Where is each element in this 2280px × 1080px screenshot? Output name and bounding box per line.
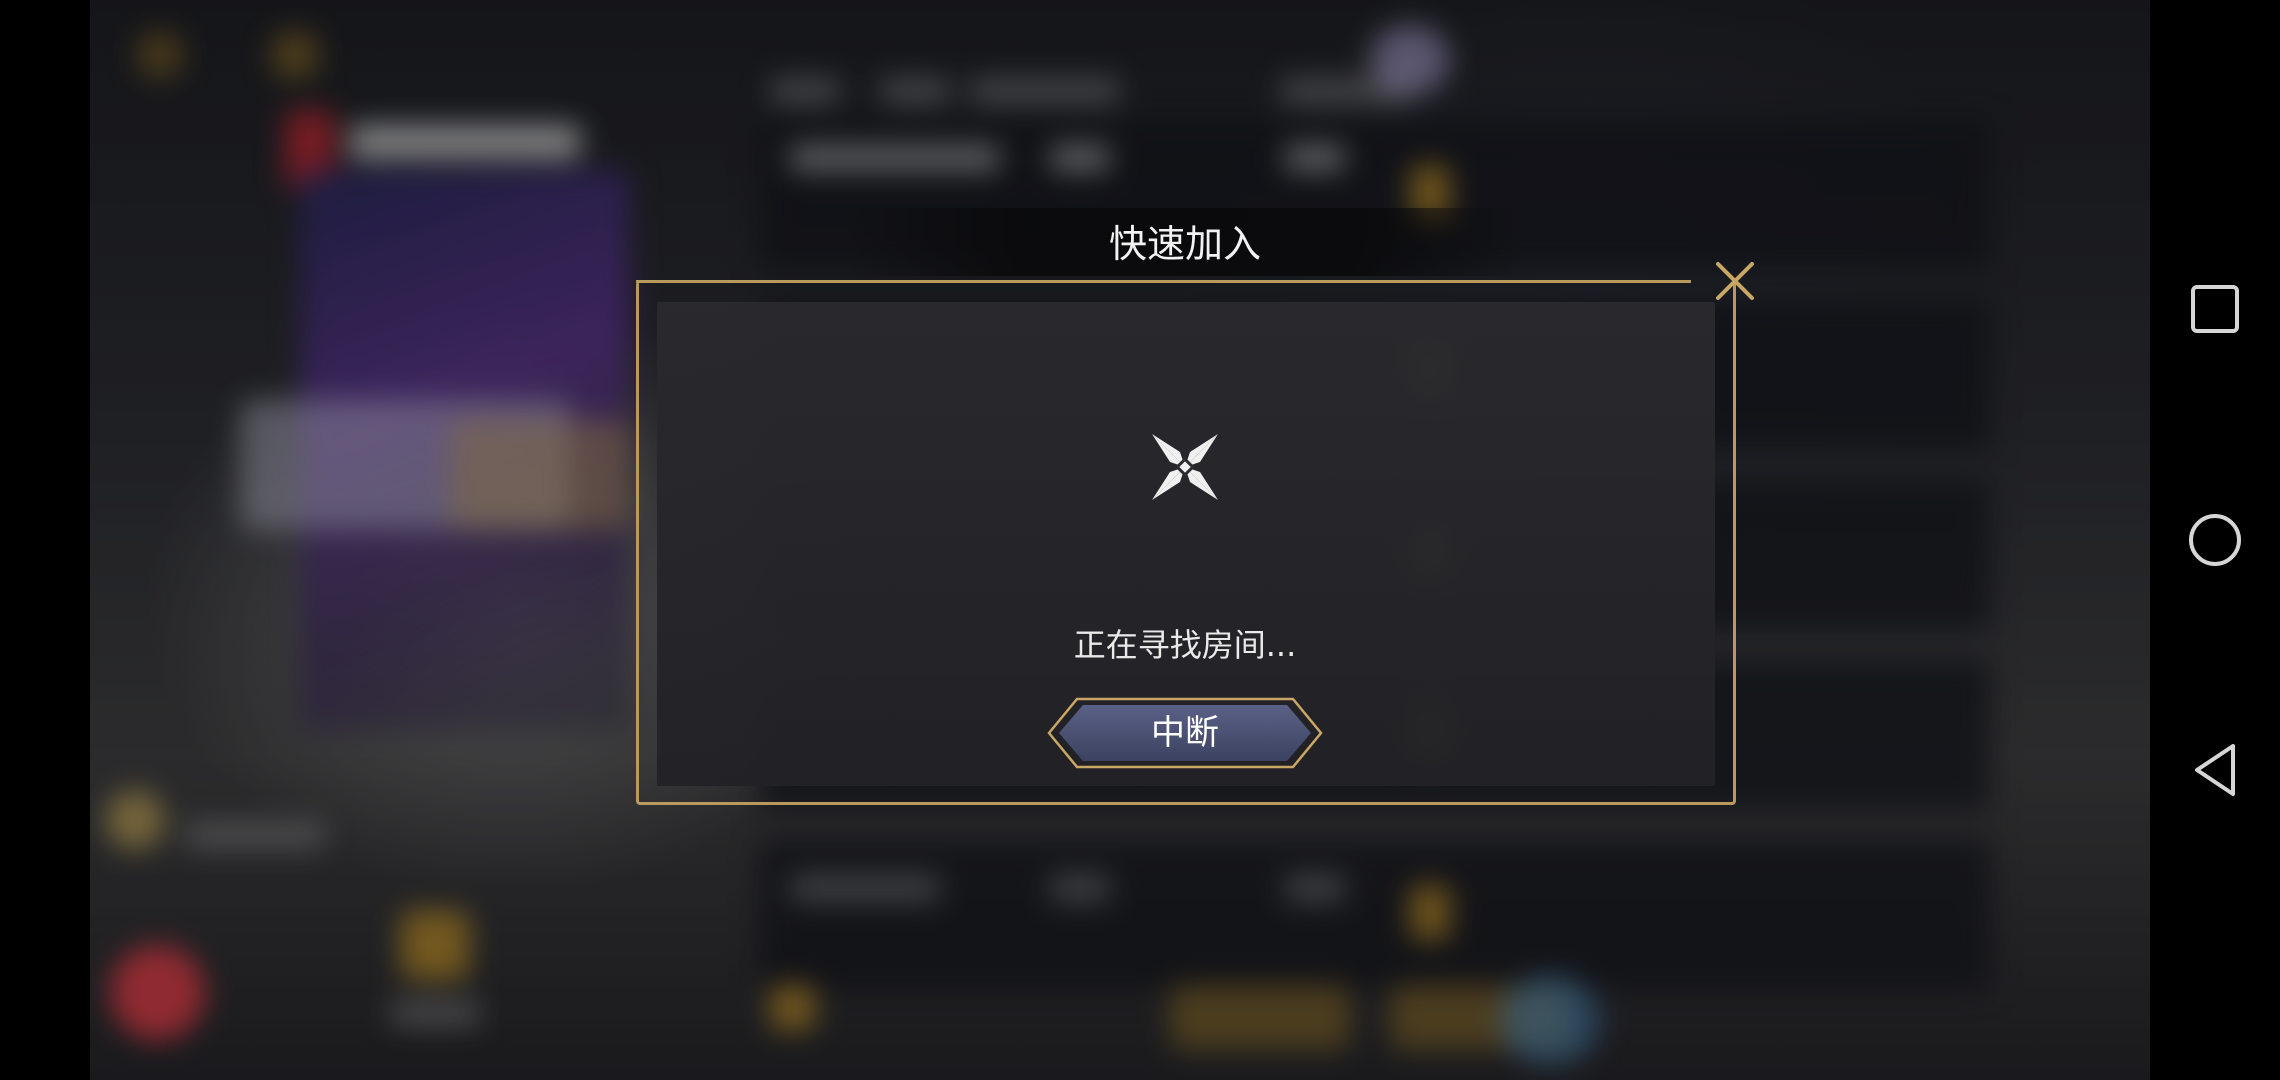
close-button[interactable] — [1712, 258, 1758, 304]
close-icon — [1716, 262, 1754, 300]
abort-button-label: 中断 — [1151, 713, 1219, 753]
searching-status-text: 正在寻找房间... — [1073, 626, 1297, 664]
triangle-back-icon — [2195, 744, 2235, 796]
abort-button[interactable]: 中断 — [1045, 697, 1325, 769]
recents-button[interactable] — [2178, 272, 2252, 346]
circle-icon — [2189, 514, 2241, 566]
left-black-strip — [0, 0, 90, 1080]
square-icon — [2191, 285, 2239, 333]
dialog-title: 快速加入 — [1108, 222, 1261, 266]
navigation-bar — [2150, 0, 2280, 1080]
screen: 快速加入 正在寻找房间... 中断 — [0, 0, 2280, 1080]
home-button[interactable] — [2178, 503, 2252, 577]
shuriken-loading-icon — [1150, 432, 1220, 502]
back-button[interactable] — [2178, 733, 2252, 807]
